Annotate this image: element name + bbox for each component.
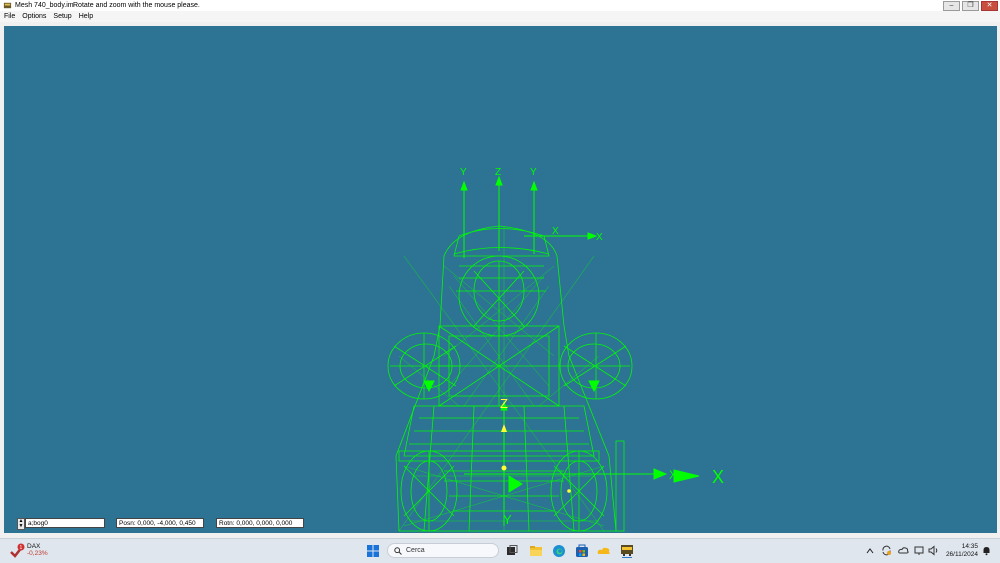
stock-ticker[interactable]: DAX -0,23% [27,543,48,557]
clock-date: 26/11/2024 [945,551,978,558]
axis-label-x-mid: X [669,468,677,482]
position-field[interactable]: Posn: 0,000, -4,000, 0,450 [116,518,204,528]
clock-time: 14:35 [961,543,978,550]
object-spinner[interactable]: ▲ ▼ [17,518,25,530]
ticker-name: DAX [27,543,41,550]
menu-options[interactable]: Options [22,11,46,22]
cloud-sync-icon[interactable] [898,545,909,556]
chevron-up-icon[interactable] [866,547,874,555]
speaker-icon[interactable] [928,545,939,556]
windows-start-icon[interactable] [367,545,379,557]
axis-label-z-center: Z [500,396,508,411]
axis-label-x-inner: X [552,226,559,237]
taskbar-search[interactable]: Cerca [387,543,499,558]
display-icon[interactable] [914,545,925,556]
maximize-button[interactable]: ❐ [962,1,979,11]
menu-file[interactable]: File [4,11,15,22]
search-icon [394,547,402,555]
close-button[interactable]: ✕ [981,1,998,11]
rotation-field[interactable]: Rotn: 0,000, 0,000, 0,000 [216,518,304,528]
edge-browser-icon[interactable] [552,544,566,558]
ticker-value: -0,23% [27,550,48,557]
menu-help[interactable]: Help [79,11,93,22]
notification-bell-icon[interactable] [981,545,992,556]
file-explorer-icon[interactable] [529,544,543,558]
axis-label-x-upper: X [596,232,603,243]
sync-icon[interactable] [881,545,892,556]
axis-label-z-top: Z [495,167,501,178]
stock-widget-icon[interactable]: 1 [9,543,25,559]
axis-label-y-right: Y [530,167,537,178]
app-icon [3,2,12,9]
axis-label-x-large: X [712,467,724,487]
menu-bar: File Options Setup Help [0,11,1000,22]
mesh-wireframe: Y Z Y X X Z X X Y [387,167,724,532]
window-title: Mesh 740_body.im [15,2,74,9]
minimize-button[interactable]: – [943,1,960,11]
object-name-field[interactable]: a;bog0 [25,518,105,528]
3d-viewport[interactable]: Y Z Y X X Z X X Y ▲ ▼ a;bog0 Posn: 0,000,… [4,26,997,533]
task-view-icon[interactable] [506,545,518,557]
taskbar: 1 DAX -0,23% Cerca 14:35 26/11/2024 [0,538,1000,563]
window-controls: – ❐ ✕ [943,1,998,11]
system-clock[interactable]: 14:35 26/11/2024 [944,543,978,559]
search-placeholder: Cerca [406,547,425,554]
notification-badge: 1 [20,545,23,551]
weather-app-icon[interactable] [597,545,611,557]
axis-label-y-left: Y [460,167,467,178]
mesh-app-icon[interactable] [620,543,634,558]
axis-label-y-bottom: Y [503,512,512,527]
title-bar: Mesh 740_body.im Rotate and zoom with th… [0,0,1000,11]
window-hint: Rotate and zoom with the mouse please. [73,2,200,9]
store-icon[interactable] [575,544,589,558]
menu-setup[interactable]: Setup [53,11,71,22]
